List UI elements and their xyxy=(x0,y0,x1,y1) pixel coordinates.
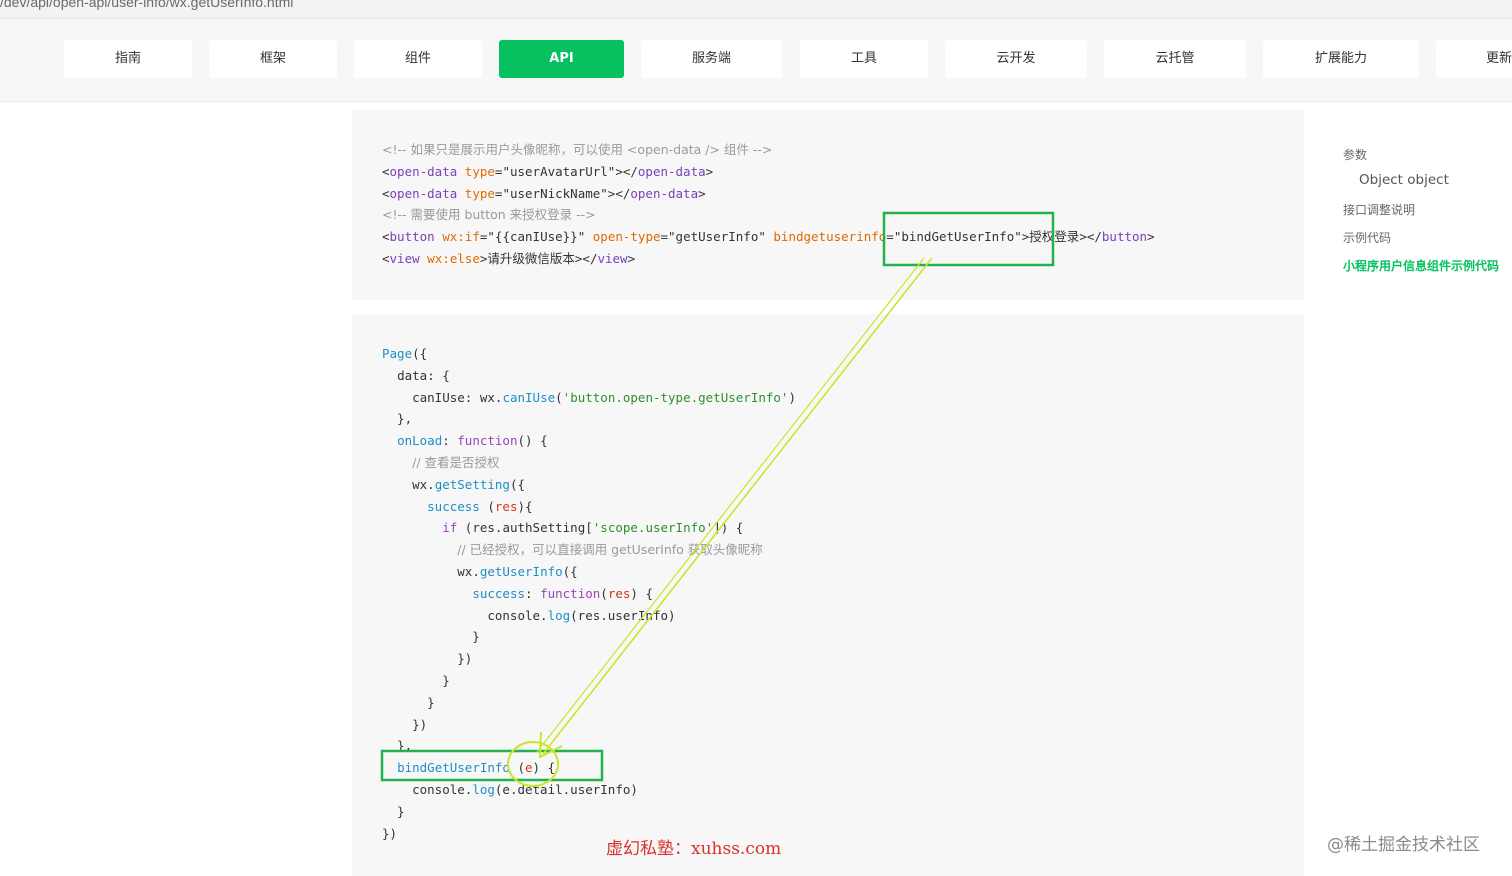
nav-tab-api[interactable]: API xyxy=(499,40,624,78)
nav-tab-server[interactable]: 服务端 xyxy=(641,40,782,78)
nav-tab-tools[interactable]: 工具 xyxy=(800,40,928,78)
toc-item-api-changes[interactable]: 接口调整说明 xyxy=(1343,201,1415,218)
js-code: Page({ data: { canIUse: wx.canIUse('butt… xyxy=(382,346,796,841)
nav-tab-cloud-hosting[interactable]: 云托管 xyxy=(1104,40,1246,78)
js-code-block: Page({ data: { canIUse: wx.canIUse('butt… xyxy=(352,314,1304,876)
nav-tab-guide[interactable]: 指南 xyxy=(64,40,192,78)
nav-tab-cloud-dev[interactable]: 云开发 xyxy=(945,40,1087,78)
browser-url-bar[interactable]: /dev/api/open-api/user-info/wx.getUserIn… xyxy=(0,0,1512,19)
toc-item-userinfo-example[interactable]: 小程序用户信息组件示例代码 xyxy=(1343,257,1499,274)
top-navigation: 指南 框架 组件 API 服务端 工具 云开发 云托管 扩展能力 更新 xyxy=(0,19,1512,102)
toc-item-example-code[interactable]: 示例代码 xyxy=(1343,229,1391,246)
url-text: /dev/api/open-api/user-info/wx.getUserIn… xyxy=(0,0,294,10)
wxml-code-block: <!-- 如果只是展示用户头像昵称，可以使用 <open-data /> 组件 … xyxy=(352,110,1304,300)
nav-tab-updates[interactable]: 更新 xyxy=(1436,40,1512,78)
watermark-juejin: @稀土掘金技术社区 xyxy=(1327,835,1480,855)
toc-item-params[interactable]: 参数 xyxy=(1343,146,1367,163)
wxml-code: <!-- 如果只是展示用户头像昵称，可以使用 <open-data /> 组件 … xyxy=(382,142,1155,266)
nav-tab-framework[interactable]: 框架 xyxy=(209,40,337,78)
nav-tab-components[interactable]: 组件 xyxy=(354,40,482,78)
watermark-xuhss: 虚幻私塾：xuhss.com xyxy=(606,839,782,859)
toc-item-object[interactable]: Object object xyxy=(1359,172,1449,188)
nav-tab-extensions[interactable]: 扩展能力 xyxy=(1263,40,1419,78)
